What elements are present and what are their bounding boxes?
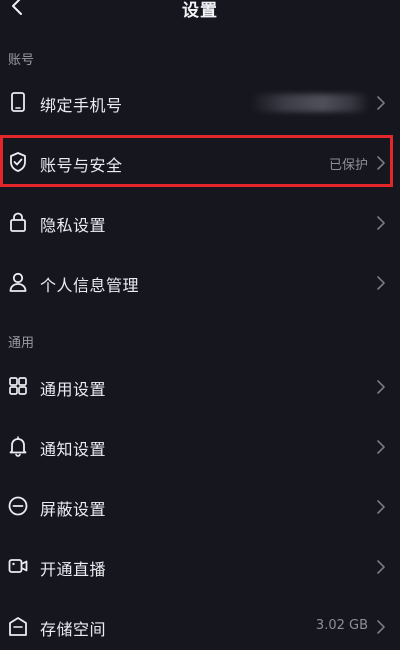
settings-item-label: 开通直播: [40, 560, 107, 579]
settings-item-label: 通知设置: [40, 440, 107, 459]
shield-icon: [7, 151, 29, 173]
blurred-phone-number: [250, 94, 370, 112]
chevron-right-icon: [377, 380, 385, 394]
settings-item-bind-phone[interactable]: 绑定手机号: [0, 80, 400, 126]
settings-item-label: 个人信息管理: [40, 276, 140, 295]
chevron-right-icon: [377, 500, 385, 514]
settings-item-label: 通用设置: [40, 380, 107, 399]
chevron-right-icon: [377, 216, 385, 230]
settings-item-personal-info[interactable]: 个人信息管理: [0, 260, 400, 306]
chevron-right-icon: [377, 276, 385, 290]
person-icon: [7, 271, 29, 293]
section-label-general: 通用: [8, 336, 35, 351]
settings-item-label: 屏蔽设置: [40, 500, 107, 519]
settings-item-label: 账号与安全: [40, 156, 123, 175]
settings-item-live[interactable]: 开通直播: [0, 544, 400, 590]
lock-icon: [7, 211, 29, 233]
settings-item-account-security[interactable]: 账号与安全 已保护: [0, 140, 400, 186]
header-bar: 设置: [0, 0, 400, 22]
chevron-right-icon: [377, 96, 385, 110]
page-title: 设置: [182, 1, 218, 21]
chevron-right-icon: [377, 620, 385, 634]
phone-icon: [7, 91, 29, 113]
settings-item-value: 已保护: [328, 158, 368, 173]
section-label-account: 账号: [8, 53, 35, 68]
chevron-right-icon: [377, 560, 385, 574]
settings-item-privacy[interactable]: 隐私设置: [0, 200, 400, 246]
settings-item-label: 绑定手机号: [40, 96, 123, 115]
settings-item-label: 隐私设置: [40, 216, 107, 235]
video-icon: [7, 555, 29, 577]
settings-item-notification[interactable]: 通知设置: [0, 424, 400, 470]
settings-item-block[interactable]: 屏蔽设置: [0, 484, 400, 530]
block-icon: [7, 495, 29, 517]
storage-icon: [7, 615, 29, 637]
chevron-right-icon: [377, 440, 385, 454]
settings-item-general[interactable]: 通用设置: [0, 364, 400, 410]
settings-item-label: 存储空间: [40, 620, 107, 639]
settings-item-storage[interactable]: 存储空间 3.02 GB: [0, 604, 400, 650]
chevron-right-icon: [377, 156, 385, 170]
bell-icon: [7, 435, 29, 457]
grid-icon: [7, 375, 29, 397]
